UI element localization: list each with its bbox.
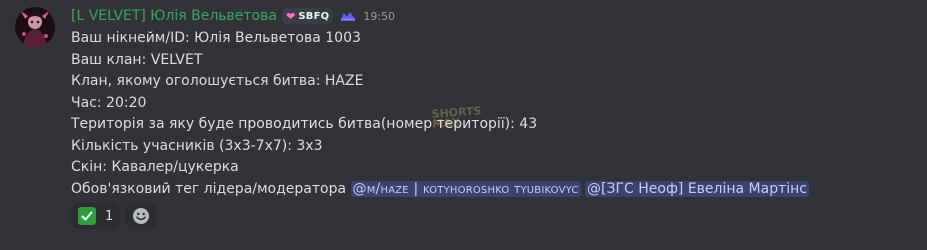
message-line-participants: Кількість учасників (3х3-7х7): 3х3 <box>71 137 323 154</box>
add-reaction-icon <box>133 208 150 224</box>
avatar[interactable] <box>15 7 55 47</box>
message-line-time: Час: 20:20 <box>71 94 147 111</box>
message-content: Ваш нікнейм/ID: Юлія Вельветова 1003 Ваш… <box>71 28 809 200</box>
mentions-prefix: Обов'язковий тег лідера/модератора <box>71 180 347 197</box>
message-line-clan: Ваш клан: VELVET <box>71 51 203 68</box>
message-line-skin: Скін: Кавалер/цукерка <box>71 159 239 175</box>
role-icon[interactable] <box>339 10 357 22</box>
mention-evelina[interactable]: @[ЗГС Неоф] Евеліна Мартінс <box>585 180 809 197</box>
check-mark-icon <box>78 207 96 225</box>
clan-tag-label: SBFQ <box>298 10 330 22</box>
message-line-territory: Територія за яку буде проводитись битва(… <box>71 116 538 132</box>
heart-badge-icon: ❤ <box>285 9 296 23</box>
username[interactable]: [L VELVET] Юлія Вельветова <box>71 8 277 24</box>
timestamp: 19:50 <box>363 9 396 23</box>
mention-haze-moderator[interactable]: @м/haze | kotyhoroshko tyubikovyc <box>350 180 581 197</box>
message-line-nickname: Ваш нікнейм/ID: Юлія Вельветова 1003 <box>71 30 361 46</box>
reaction-check[interactable]: 1 <box>71 203 121 229</box>
avatar-image <box>15 7 55 47</box>
add-reaction-button[interactable] <box>125 203 158 229</box>
message-line-mentions: Обов'язковий тег лідера/модератора @м/ha… <box>71 179 809 201</box>
clan-tag-badge[interactable]: ❤ SBFQ <box>281 8 334 24</box>
reaction-count: 1 <box>105 208 114 224</box>
message-line-target-clan: Клан, якому оголошується битва: HAZE <box>71 73 364 89</box>
reactions-bar: 1 <box>71 203 158 229</box>
message-header: [L VELVET] Юлія Вельветова ❤ SBFQ 19:50 <box>71 6 395 26</box>
chat-message: [L VELVET] Юлія Вельветова ❤ SBFQ 19:50 … <box>0 0 927 250</box>
